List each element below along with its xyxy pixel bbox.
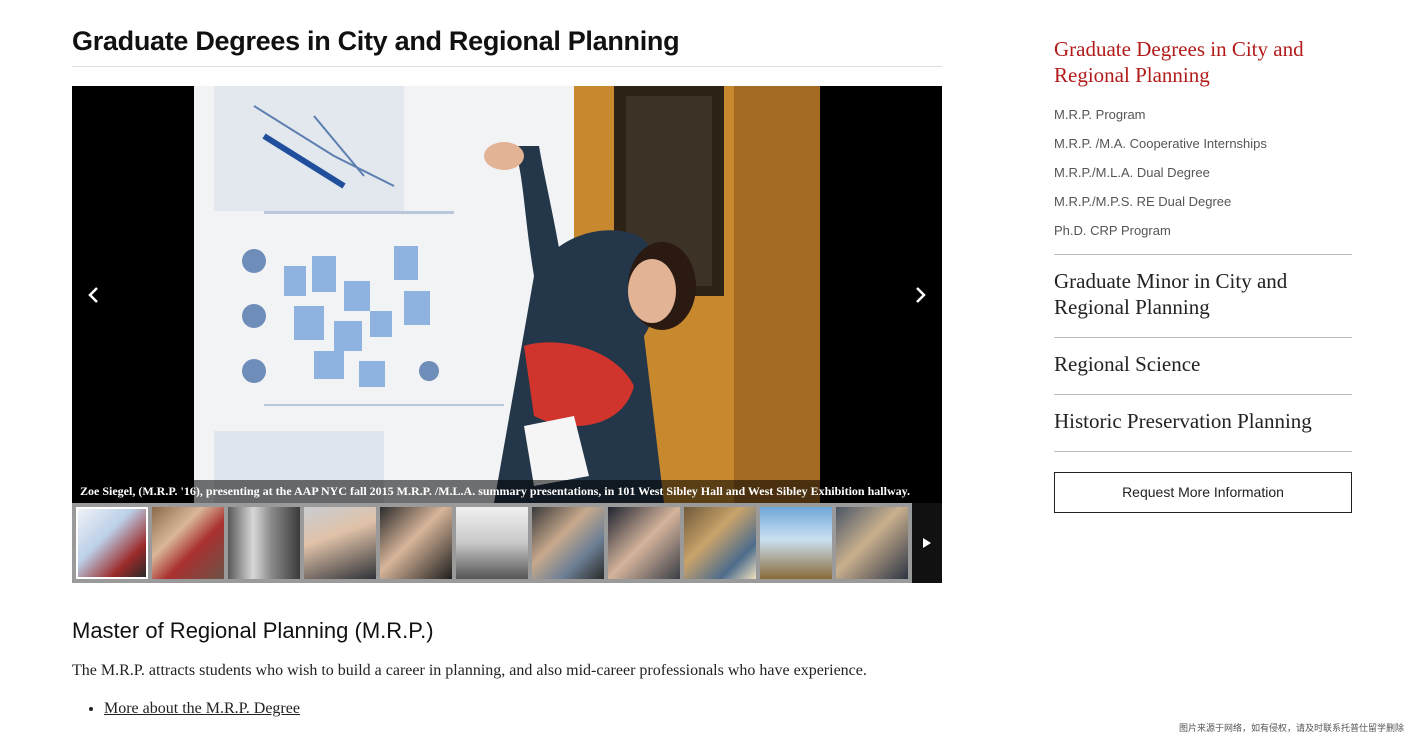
- slide-photo: [194, 86, 820, 503]
- slide-main: Zoe Siegel, (M.R.P. '16), presenting at …: [72, 86, 942, 503]
- sidebar-subitem-mrp-mla[interactable]: M.R.P./M.L.A. Dual Degree: [1054, 162, 1352, 191]
- sidebar-divider: [1054, 394, 1352, 395]
- thumbnail[interactable]: [304, 507, 376, 579]
- slideshow: Zoe Siegel, (M.R.P. '16), presenting at …: [72, 86, 942, 583]
- sidebar-divider: [1054, 337, 1352, 338]
- section-heading: Master of Regional Planning (M.R.P.): [72, 618, 434, 643]
- sidebar-subitem-coop-internships[interactable]: M.R.P. /M.A. Cooperative Internships: [1054, 133, 1352, 162]
- thumbnail[interactable]: [608, 507, 680, 579]
- sidebar-item-graduate-minor[interactable]: Graduate Minor in City and Regional Plan…: [1054, 268, 1352, 320]
- play-right-icon: [923, 538, 931, 548]
- chevron-right-icon: [916, 287, 926, 303]
- sidebar-subitem-mrp-mps-re[interactable]: M.R.P./M.P.S. RE Dual Degree: [1054, 191, 1352, 220]
- sidebar-item-historic-preservation[interactable]: Historic Preservation Planning: [1054, 408, 1352, 434]
- thumbnail[interactable]: [76, 507, 148, 579]
- sidebar-divider: [1054, 254, 1352, 255]
- section-link-list: More about the M.R.P. Degree: [86, 700, 300, 718]
- thumbnail[interactable]: [228, 507, 300, 579]
- thumbnail[interactable]: [380, 507, 452, 579]
- sidebar-divider: [1054, 451, 1352, 452]
- sidebar-item-regional-science[interactable]: Regional Science: [1054, 351, 1352, 377]
- thumbnail[interactable]: [760, 507, 832, 579]
- sidebar-subnav: M.R.P. Program M.R.P. /M.A. Cooperative …: [1054, 104, 1352, 249]
- thumbnail[interactable]: [836, 507, 908, 579]
- main-content: Graduate Degrees in City and Regional Pl…: [72, 0, 942, 717]
- request-info-button[interactable]: Request More Information: [1054, 472, 1352, 513]
- more-about-mrp-link[interactable]: More about the M.R.P. Degree: [104, 700, 300, 717]
- thumbnail[interactable]: [456, 507, 528, 579]
- sidebar-current-item[interactable]: Graduate Degrees in City and Regional Pl…: [1054, 36, 1352, 88]
- slide-caption: Zoe Siegel, (M.R.P. '16), presenting at …: [72, 480, 942, 503]
- list-item: More about the M.R.P. Degree: [104, 700, 300, 718]
- slide-prev-button[interactable]: [78, 280, 108, 310]
- thumbnail[interactable]: [684, 507, 756, 579]
- title-divider: [72, 66, 942, 67]
- thumbnail[interactable]: [152, 507, 224, 579]
- thumbnail-strip: [72, 503, 942, 583]
- sidebar-subitem-phd-crp[interactable]: Ph.D. CRP Program: [1054, 220, 1352, 249]
- sidebar-subitem-mrp-program[interactable]: M.R.P. Program: [1054, 104, 1352, 133]
- thumbnail-next-button[interactable]: [912, 503, 942, 583]
- watermark-text: 图片来源于网络，如有侵权，请及时联系托普仕留学删除: [1178, 724, 1404, 734]
- section-text: The M.R.P. attracts students who wish to…: [72, 662, 867, 679]
- page-title: Graduate Degrees in City and Regional Pl…: [72, 26, 680, 56]
- chevron-left-icon: [88, 287, 98, 303]
- thumbnail[interactable]: [532, 507, 604, 579]
- slide-next-button[interactable]: [906, 280, 936, 310]
